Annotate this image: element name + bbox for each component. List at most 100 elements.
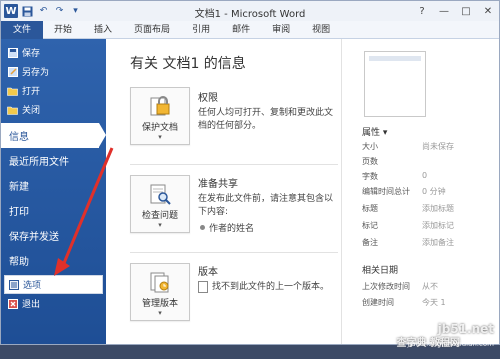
open-folder-icon <box>7 85 18 96</box>
tags-field[interactable]: 添加标记 <box>422 220 454 235</box>
property-row: 页数 <box>362 156 499 171</box>
property-key: 页数 <box>362 157 378 166</box>
watermark-url: jiaocheng.chazidian.com <box>407 340 494 348</box>
close-button[interactable]: ✕ <box>477 1 499 21</box>
property-row: 大小 尚未保存 <box>362 141 499 156</box>
related-dates-header: 相关日期 <box>362 266 399 276</box>
chevron-down-icon: ▾ <box>158 221 162 229</box>
property-key: 创建时间 <box>362 298 394 307</box>
sidebar-options-label: 选项 <box>23 281 42 291</box>
sharing-title: 准备共享 <box>198 179 238 190</box>
tab-page-layout[interactable]: 页面布局 <box>123 21 181 39</box>
title-bar: W ↶ ↷ ▾ 文档1 - Microsoft Word ? — □ ✕ <box>1 1 499 21</box>
save-icon[interactable] <box>21 5 34 18</box>
property-value: 0 <box>422 171 428 180</box>
redo-icon[interactable]: ↷ <box>53 5 66 18</box>
property-row: 备注 添加备注 <box>362 237 499 252</box>
sidebar-save-as-label: 另存为 <box>22 68 50 78</box>
property-key: 编辑时间总计 <box>362 187 410 196</box>
divider <box>130 164 338 165</box>
property-key: 字数 <box>362 172 378 181</box>
versions-title: 版本 <box>198 267 218 278</box>
property-key: 标题 <box>362 204 378 213</box>
sidebar-tab-print[interactable]: 打印 <box>1 198 106 223</box>
sidebar-tab-info[interactable]: 信息 <box>1 123 106 148</box>
property-row: 字数 0 <box>362 171 499 186</box>
property-row: 上次修改时间 从不 <box>362 281 499 296</box>
chevron-down-icon: ▾ <box>158 309 162 317</box>
window-controls: ? — □ ✕ <box>411 1 499 21</box>
versions-desc-row: 找不到此文件的上一个版本。 <box>198 281 336 298</box>
versions-icon <box>148 270 172 294</box>
customize-icon[interactable]: ▾ <box>69 5 82 18</box>
sidebar-save-label: 保存 <box>22 49 41 59</box>
title-field[interactable]: 添加标题 <box>422 203 454 218</box>
sidebar-open-label: 打开 <box>22 87 41 97</box>
sidebar-tab-help[interactable]: 帮助 <box>1 248 106 273</box>
minimize-button[interactable]: — <box>433 1 455 21</box>
author-name-item: 作者的姓名 <box>209 224 255 234</box>
save-as-icon <box>7 66 18 77</box>
manage-versions-label: 管理版本 <box>141 299 178 309</box>
property-value: 从不 <box>422 282 438 291</box>
comments-field[interactable]: 添加备注 <box>422 237 454 252</box>
sharing-section: 准备共享 在发布此文件前，请注意其包含以下内容: 作者的姓名 <box>198 175 336 234</box>
tab-view[interactable]: 视图 <box>301 21 341 39</box>
divider <box>130 252 338 253</box>
tab-insert[interactable]: 插入 <box>83 21 123 39</box>
property-value: 今天 1 <box>422 298 446 307</box>
tab-home[interactable]: 开始 <box>43 21 83 39</box>
quick-access-toolbar: W ↶ ↷ ▾ <box>1 4 82 18</box>
sidebar-tab-new[interactable]: 新建 <box>1 173 106 198</box>
check-for-issues-label: 检查问题 <box>141 211 178 221</box>
exit-icon <box>7 298 18 309</box>
check-for-issues-button[interactable]: 检查问题 ▾ <box>130 175 190 233</box>
permissions-title: 权限 <box>198 93 218 104</box>
word-window: W ↶ ↷ ▾ 文档1 - Microsoft Word ? — □ ✕ 文件 … <box>0 0 500 345</box>
inspect-document-icon <box>148 182 172 206</box>
info-pane: 有关 文档1 的信息 保护文档 ▾ 权限 任何人均可打开、复制和更改此文档的任何… <box>106 39 341 344</box>
sidebar-close[interactable]: 关闭 <box>1 100 106 119</box>
sidebar-open[interactable]: 打开 <box>1 81 106 100</box>
properties-header[interactable]: 属性 ▾ <box>362 125 387 138</box>
sidebar-save-as[interactable]: 另存为 <box>1 62 106 81</box>
options-icon <box>8 279 19 290</box>
versions-desc: 找不到此文件的上一个版本。 <box>212 282 330 292</box>
manage-versions-button[interactable]: 管理版本 ▾ <box>130 263 190 321</box>
property-value: 0 分钟 <box>422 187 446 196</box>
property-key: 大小 <box>362 142 378 151</box>
save-icon <box>7 47 18 58</box>
sidebar-exit[interactable]: 退出 <box>1 294 106 313</box>
tab-references[interactable]: 引用 <box>181 21 221 39</box>
ribbon-tabs: 文件 开始 插入 页面布局 引用 邮件 审阅 视图 <box>1 21 499 39</box>
sharing-desc: 在发布此文件前，请注意其包含以下内容: <box>198 194 334 217</box>
undo-icon[interactable]: ↶ <box>37 5 50 18</box>
property-row: 标记 添加标记 <box>362 220 499 235</box>
property-key: 标记 <box>362 221 378 230</box>
sidebar-options[interactable]: 选项 <box>4 275 103 294</box>
word-logo-icon[interactable]: W <box>4 4 18 18</box>
chevron-down-icon: ▾ <box>158 133 162 141</box>
protect-document-label: 保护文档 <box>141 123 178 133</box>
version-doc-icon <box>198 281 208 298</box>
tab-review[interactable]: 审阅 <box>261 21 301 39</box>
property-key: 上次修改时间 <box>362 282 410 291</box>
tab-mailings[interactable]: 邮件 <box>221 21 261 39</box>
versions-section: 版本 找不到此文件的上一个版本。 <box>198 263 336 298</box>
thumbnail-header <box>369 56 421 61</box>
property-row: 标题 添加标题 <box>362 203 499 218</box>
tab-file[interactable]: 文件 <box>1 21 44 39</box>
permissions-section: 权限 任何人均可打开、复制和更改此文档的任何部分。 <box>198 89 336 133</box>
list-item: 作者的姓名 <box>198 221 336 234</box>
sidebar-tab-save-send[interactable]: 保存并发送 <box>1 223 106 248</box>
bullet-icon <box>200 225 205 230</box>
property-key: 备注 <box>362 238 378 247</box>
properties-panel: 属性 ▾ 大小 尚未保存 页数 字数 0 编辑时间总计 0 分钟 标题 添加标题 标记添… <box>341 39 499 344</box>
sidebar-save[interactable]: 保存 <box>1 43 106 62</box>
restore-button[interactable]: □ <box>455 1 477 21</box>
help-icon[interactable]: ? <box>411 1 433 21</box>
sidebar-tab-recent[interactable]: 最近所用文件 <box>1 148 106 173</box>
sidebar-exit-label: 退出 <box>22 300 41 310</box>
permissions-desc: 任何人均可打开、复制和更改此文档的任何部分。 <box>198 108 334 131</box>
protect-document-button[interactable]: 保护文档 ▾ <box>130 87 190 145</box>
